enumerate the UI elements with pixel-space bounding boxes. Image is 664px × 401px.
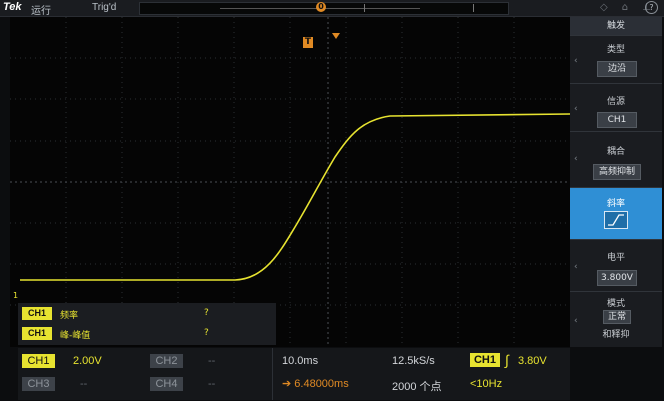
menu-item-slope[interactable]: 斜率 — [570, 187, 662, 240]
record-view-strip[interactable]: 0 — [139, 2, 509, 15]
divider — [272, 348, 273, 400]
ch1-ground-marker[interactable]: 1 — [13, 291, 18, 300]
position-value: 6.48000ms — [294, 378, 349, 390]
chevron-left-icon: ‹ — [574, 262, 578, 272]
trigger-level[interactable]: 3.80V — [518, 355, 547, 367]
rising-slope-icon — [604, 211, 628, 229]
measurement-label: 峰-峰值 — [60, 331, 91, 341]
menu-item-coupling[interactable]: ‹ 耦合 高频抑制 — [570, 131, 662, 188]
type-label: 类型 — [606, 45, 625, 55]
mode-value: 正常 — [603, 310, 631, 324]
ch3-scale: -- — [80, 378, 88, 390]
graticule — [10, 17, 570, 347]
measurement-label: 频率 — [60, 311, 79, 321]
ch1-scale[interactable]: 2.00V — [73, 355, 102, 367]
measurement-value: ? — [204, 308, 209, 318]
trigger-time-marker[interactable]: T — [303, 37, 313, 48]
trigger-frequency: <10Hz — [470, 378, 503, 390]
ch2-scale: -- — [208, 355, 216, 367]
ch2-button[interactable]: CH2 — [150, 354, 183, 368]
arrow-right-icon: ➔ — [282, 378, 292, 390]
record-view-window[interactable] — [364, 4, 474, 12]
trigger-status: Trig'd — [92, 2, 117, 13]
help-icon[interactable]: ? — [645, 1, 658, 14]
source-value: CH1 — [597, 112, 637, 128]
rising-edge-icon: ∫ — [505, 352, 509, 368]
measurement-channel-tag: CH1 — [22, 307, 52, 320]
level-label: 电平 — [606, 253, 625, 263]
menu-title: 触发 — [570, 17, 662, 35]
trigger-side-menu: 触发 ‹ 类型 边沿 ‹ 信源 CH1 ‹ 耦合 高频抑制 斜率 ‹ 电平 3.… — [570, 17, 662, 347]
trigger-position-marker: 0 — [316, 2, 326, 12]
settings-bar: CH1 2.00V CH2 -- CH3 -- CH4 -- 10.0ms ➔ … — [18, 348, 570, 400]
horizontal-position[interactable]: ➔ 6.48000ms — [282, 377, 349, 390]
ch4-button[interactable]: CH4 — [150, 377, 183, 391]
source-label: 信源 — [606, 97, 625, 107]
measurement-panel[interactable]: CH1 频率 ? CH1 峰-峰值 ? — [18, 303, 276, 345]
waveform-display[interactable]: T 1 — [10, 17, 570, 347]
network-icon[interactable]: ⌂ — [622, 2, 642, 13]
ch1-waveform — [20, 113, 570, 281]
menu-item-source[interactable]: ‹ 信源 CH1 — [570, 83, 662, 132]
mode-label: 模式 — [606, 299, 625, 309]
type-value: 边沿 — [597, 61, 637, 77]
status-bar: Tek 运行 Trig'd 0 ◇⌂⊥ ? — [0, 0, 664, 17]
ch4-scale: -- — [208, 378, 216, 390]
measurement-row[interactable]: CH1 频率 ? — [22, 307, 272, 321]
holdoff-label: 和释抑 — [602, 330, 630, 340]
run-stop-status[interactable]: 运行 — [31, 2, 51, 17]
coupling-label: 耦合 — [606, 147, 625, 157]
record-length[interactable]: 2000 个点 — [392, 378, 442, 394]
chevron-left-icon: ‹ — [574, 56, 578, 66]
measurement-channel-tag: CH1 — [22, 327, 52, 340]
brand-logo: Tek — [3, 1, 22, 13]
measurement-row[interactable]: CH1 峰-峰值 ? — [22, 327, 272, 341]
measurement-value: ? — [204, 328, 209, 338]
menu-item-level[interactable]: ‹ 电平 3.800V — [570, 239, 662, 292]
menu-item-type[interactable]: ‹ 类型 边沿 — [570, 35, 662, 84]
wifi-icon[interactable]: ◇ — [600, 2, 622, 13]
menu-item-mode[interactable]: ‹ 模式 正常 和释抑 — [570, 291, 662, 348]
coupling-value: 高频抑制 — [593, 164, 641, 180]
chevron-left-icon: ‹ — [574, 316, 578, 326]
slope-label: 斜率 — [606, 199, 625, 209]
sample-rate: 12.5kS/s — [392, 355, 435, 367]
trigger-source-tag[interactable]: CH1 — [470, 353, 500, 367]
timebase-scale[interactable]: 10.0ms — [282, 355, 318, 367]
level-value: 3.800V — [597, 270, 637, 286]
ch3-button[interactable]: CH3 — [22, 377, 55, 391]
ch1-button[interactable]: CH1 — [22, 354, 55, 368]
trigger-level-arrow — [332, 33, 340, 39]
